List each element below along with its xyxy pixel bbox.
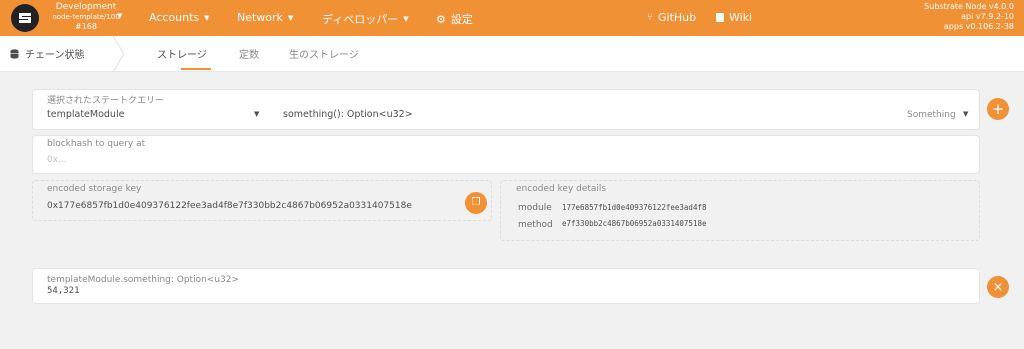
- chevron-down-icon: ▼: [403, 15, 409, 23]
- version-info: Substrate Node v4.0.0 api v7.9.2-10 apps…: [924, 2, 1014, 32]
- result-value: 54,321: [47, 286, 80, 296]
- add-query-button[interactable]: +: [987, 98, 1009, 120]
- api-version: api v7.9.2-10: [961, 12, 1014, 21]
- encoded-storage-key: encoded storage key 0x177e6857fb1d0e4093…: [32, 180, 492, 221]
- chevron-down-icon: ▼: [204, 13, 210, 22]
- method-label: method: [518, 220, 553, 230]
- gears-icon: ⚙: [436, 12, 446, 26]
- tab-raw-storage[interactable]: 生のストレージ: [289, 46, 359, 61]
- nav-accounts[interactable]: Accounts ▼: [149, 11, 210, 24]
- nav-accounts-label: Accounts: [149, 11, 200, 24]
- tab-storage[interactable]: ストレージ: [157, 46, 207, 61]
- chain-selector[interactable]: Development node-template/100 #168: [46, 2, 126, 32]
- node-version: Substrate Node v4.0.0: [924, 2, 1014, 11]
- substrate-logo[interactable]: [11, 4, 39, 32]
- method-hash: e7f330bb2c4867b06952a0331407518e: [562, 219, 707, 228]
- nav-settings[interactable]: ⚙ 設定: [436, 11, 473, 27]
- wiki-label: Wiki: [729, 11, 753, 24]
- nav-network-label: Network: [237, 11, 283, 24]
- wiki-link[interactable]: Wiki: [716, 11, 752, 24]
- encoded-key-label: encoded storage key: [47, 184, 142, 194]
- apps-version: apps v0.106.2-38: [943, 22, 1014, 31]
- nav-network[interactable]: Network ▼: [237, 11, 293, 24]
- method-select[interactable]: something(): Option<u32>: [283, 109, 413, 120]
- section-title: チェーン状態: [10, 46, 85, 61]
- module-hash: 177e6857fb1d0e409376122fee3ad4f8: [562, 203, 707, 212]
- close-icon: ×: [992, 279, 1004, 295]
- copy-icon: ❐: [471, 197, 481, 208]
- query-result: templateModule.something: Option<u32> 54…: [32, 268, 980, 304]
- code-branch-icon: ⑂: [647, 12, 653, 23]
- nav-developer-label: ディベロッパー: [322, 13, 399, 26]
- chevron-down-icon: ▼: [117, 12, 123, 20]
- breadcrumb-divider: [112, 36, 125, 72]
- chain-node: node-template/100: [52, 13, 120, 21]
- blockhash-field[interactable]: blockhash to query at 0x...: [32, 135, 980, 174]
- nav-developer[interactable]: ディベロッパー ▼: [322, 11, 409, 27]
- database-icon: [10, 48, 19, 59]
- blockhash-label: blockhash to query at: [47, 139, 146, 149]
- chevron-down-icon: ▼: [254, 110, 260, 118]
- chain-name: Development: [55, 2, 117, 12]
- module-label: module: [518, 203, 552, 213]
- chevron-down-icon: ▼: [963, 110, 969, 118]
- module-select[interactable]: templateModule: [47, 109, 124, 120]
- top-bar: Development node-template/100 #168 ▼ Acc…: [0, 0, 1024, 36]
- chevron-down-icon: ▼: [287, 13, 294, 22]
- encoded-key-value: 0x177e6857fb1d0e409376122fee3ad4f8e7f330…: [47, 201, 412, 211]
- encoded-key-details: encoded key details module 177e6857fb1d0…: [500, 180, 980, 241]
- plus-icon: +: [991, 99, 1005, 118]
- github-link[interactable]: ⑂ GitHub: [647, 11, 696, 24]
- query-label: 選択されたステートクエリー: [47, 96, 165, 106]
- tab-constants[interactable]: 定数: [239, 46, 259, 61]
- method-hint: Something: [907, 110, 956, 120]
- nav-settings-label: 設定: [450, 13, 473, 26]
- block-number: #168: [75, 22, 97, 31]
- remove-result-button[interactable]: ×: [987, 276, 1009, 298]
- substrate-logo-icon: [19, 13, 31, 23]
- key-details-label: encoded key details: [516, 184, 607, 194]
- active-tab-indicator: [181, 68, 211, 70]
- book-icon: [716, 13, 724, 22]
- copy-button[interactable]: ❐: [465, 192, 487, 214]
- result-label: templateModule.something: Option<u32>: [47, 275, 240, 285]
- sub-nav: チェーン状態 ストレージ 定数 生のストレージ: [0, 36, 1024, 72]
- section-label: チェーン状態: [25, 50, 85, 61]
- query-selector: 選択されたステートクエリー templateModule ▼ something…: [32, 89, 980, 130]
- blockhash-input[interactable]: 0x...: [47, 155, 67, 165]
- github-label: GitHub: [658, 11, 697, 24]
